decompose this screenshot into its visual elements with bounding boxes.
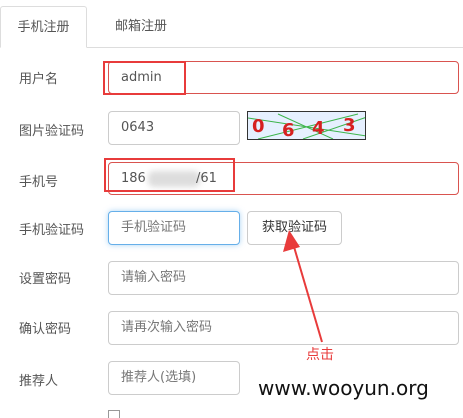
click-annotation: 点击: [306, 347, 334, 363]
arrow-head-icon: [283, 230, 300, 252]
click-arrow-icon: [291, 239, 323, 343]
watermark: www.wooyun.org: [258, 376, 429, 400]
click-arrow-overlay: [283, 230, 323, 343]
